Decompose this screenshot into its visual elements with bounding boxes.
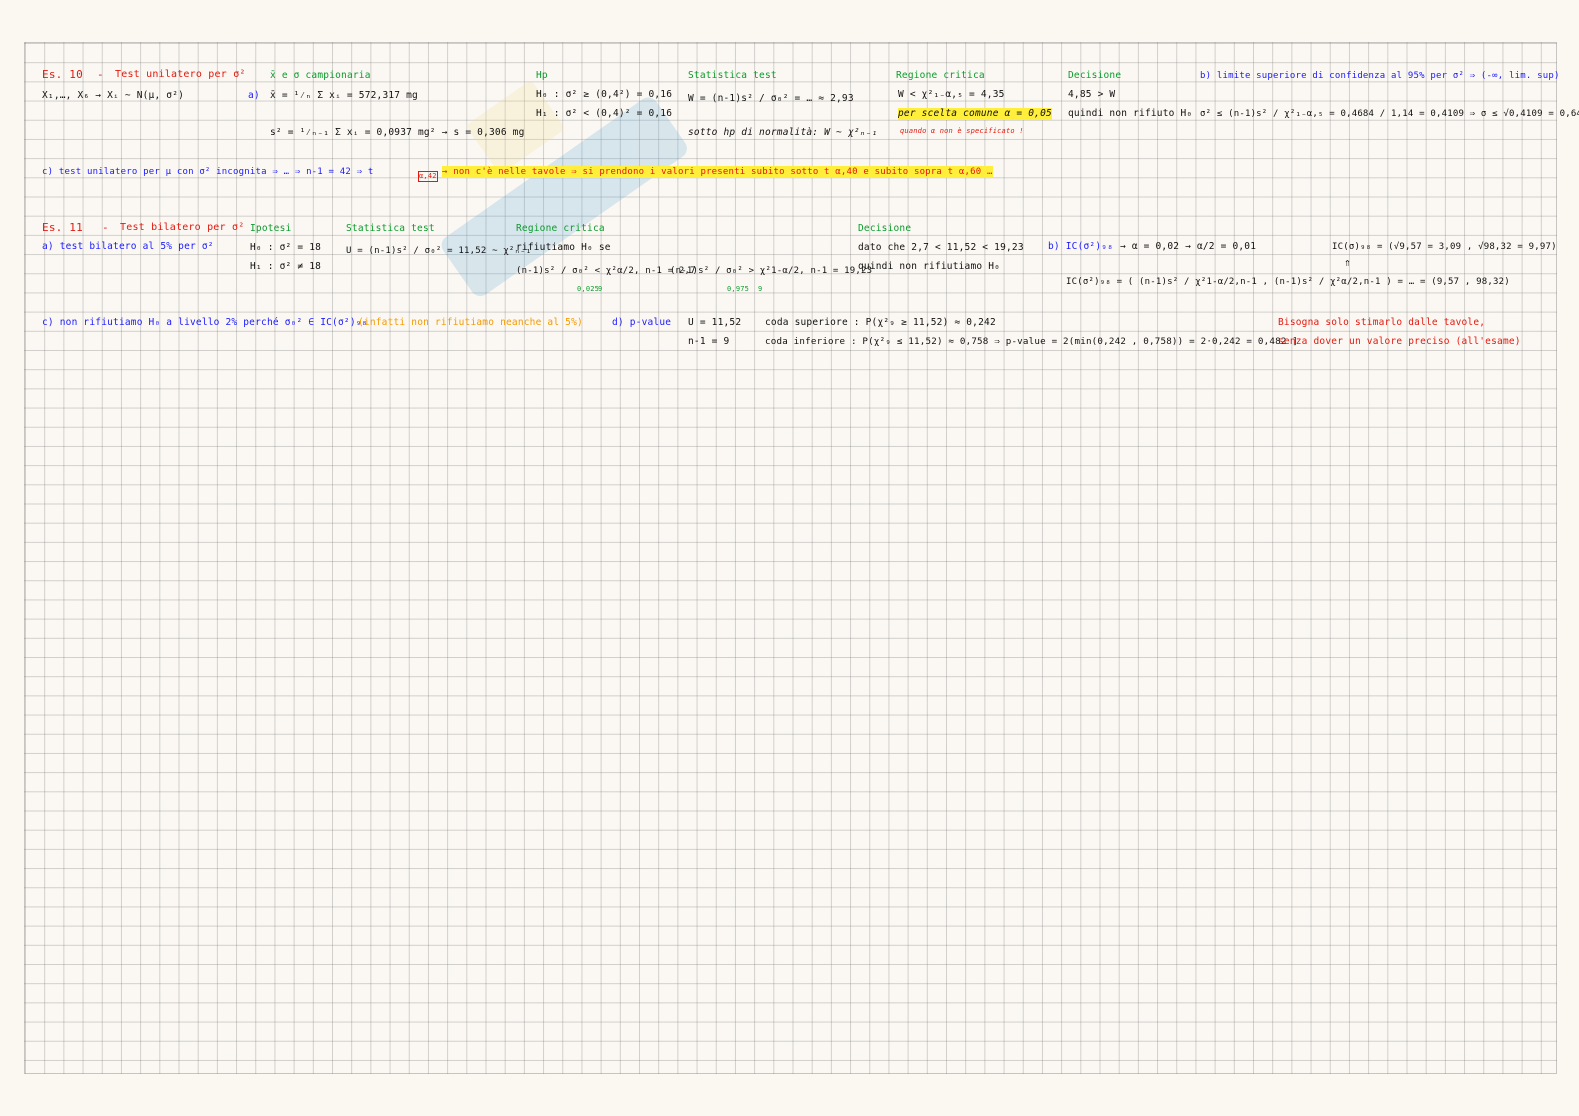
es10-crit-note: per scelta comune α = 0,05: [898, 108, 1052, 120]
es10-stats-header: x̄ e σ campionaria: [270, 70, 371, 81]
es10-xbar: x̄ = ¹⁄ₙ Σ xᵢ = 572,317 mg: [270, 90, 418, 101]
es10-stat-header: Statistica test: [688, 70, 777, 81]
es10-part-a: a): [248, 90, 260, 101]
grid-paper: [24, 42, 1557, 1074]
es10-hp-header: Hp: [536, 70, 548, 81]
es11-h1: H₁ : σ² ≠ 18: [250, 261, 322, 272]
es11-arrow-up: ⇑: [1344, 256, 1351, 269]
es11-stat-header: Statistica test: [346, 223, 435, 234]
es10-title-rest: Test unilatero per σ²: [115, 69, 246, 80]
es11-part-c-note: (infatti non rifiutiamo neanche al 5%): [358, 317, 583, 328]
es10-stat-formula: W = (n-1)s² / σ₀² = … ≈ 2,93: [688, 93, 854, 104]
es11-ic-sigma2: IC(σ²)₉₈ = ( (n-1)s² / χ²1-α/2,n-1 , (n-…: [1066, 277, 1510, 287]
es11-dec-line1: dato che 2,7 < 11,52 < 19,23: [858, 242, 1024, 253]
es11-part-b-label: b) IC(σ²)₉₈: [1048, 241, 1114, 252]
es11-crit-line1: rifiutiamo H₀ se: [516, 242, 611, 253]
es11-crit-sub-c: 0,975: [727, 285, 750, 293]
es10-part-c-highlight: → non c'è nelle tavole ⇒ si prendono i v…: [442, 166, 993, 178]
es11-d-note1: Bisogna solo stimarlo dalle tavole,: [1278, 317, 1486, 328]
es10-dec-header: Decisione: [1068, 70, 1122, 81]
es11-part-b-alpha: → α = 0,02 → α/2 = 0,01: [1120, 241, 1257, 252]
es10-part-c: c) test unilatero per μ con σ² incognita…: [42, 167, 374, 177]
es11-stat-formula: U = (n-1)s² / σ₀² = 11,52 ~ χ²ₙ₋₁: [346, 246, 532, 256]
es11-title: Es. 11: [42, 221, 83, 234]
es11-part-c: c) non rifiutiamo H₀ a livello 2% perché…: [42, 317, 368, 328]
es11-dec-line2: quindi non rifiutiamo H₀: [858, 261, 1001, 272]
es11-title-dash: -: [102, 221, 109, 234]
es11-title-rest: Test bilatero per σ²: [120, 222, 245, 233]
es10-dec-line2: quindi non rifiuto H₀: [1068, 108, 1193, 119]
es11-crit-right: (n-1)s² / σ₀² > χ²1-α/2, n-1 = 19,23: [670, 266, 873, 276]
es10-title: Es. 10: [42, 68, 83, 81]
es10-crit-small: quando α non è specificato !: [900, 127, 1024, 135]
es11-ip-header: Ipotesi: [250, 223, 292, 234]
es10-part-b-formula: σ² ≤ (n-1)s² / χ²₁₋α,₅ = 0,4684 / 1,14 =…: [1200, 109, 1579, 119]
es10-h1: H₁ : σ² < (0,4)² = 0,16: [536, 108, 673, 119]
es10-sample: X₁,…, X₆ → Xᵢ ~ N(μ, σ²): [42, 90, 185, 101]
es10-h0: H₀ : σ² ≥ (0,4²) = 0,16: [536, 89, 673, 100]
es10-dec-line1: 4,85 > W: [1068, 89, 1116, 100]
es11-dec-header: Decisione: [858, 223, 912, 234]
es11-crit-sub-b: 9: [598, 285, 603, 293]
es10-stat-note: sotto hp di normalità: W ~ χ²ₙ₋₁: [688, 127, 878, 138]
es10-title-dash: -: [97, 68, 104, 81]
es11-d-upper: coda superiore : P(χ²₉ ≥ 11,52) ≈ 0,242: [765, 317, 996, 328]
es11-part-a: a) test bilatero al 5% per σ²: [42, 241, 214, 252]
es10-s2: s² = ¹⁄ₙ₋₁ Σ xᵢ = 0,0937 mg² → s = 0,306…: [270, 127, 525, 138]
es11-d-note2: senza dover un valore preciso (all'esame…: [1278, 336, 1521, 347]
es11-part-d: d) p-value: [612, 317, 672, 328]
es11-crit-sub-d: 9: [758, 285, 763, 293]
es11-d-u: U = 11,52: [688, 317, 742, 328]
es11-h0: H₀ : σ² = 18: [250, 242, 322, 253]
es10-crit-header: Regione critica: [896, 70, 985, 81]
es11-crit-sub-a: 0,025: [577, 285, 600, 293]
es10-part-c-sub: α,42: [418, 171, 438, 182]
notebook-page: Es. 10 - Test unilatero per σ² X₁,…, X₆ …: [0, 0, 1579, 1116]
es11-ic-sigma: IC(σ)₉₈ = (√9,57 = 3,09 , √98,32 = 9,97): [1332, 242, 1557, 252]
es11-d-lower: coda inferiore : P(χ²₉ ≤ 11,52) ≈ 0,758 …: [765, 336, 1299, 347]
es11-crit-header: Regione critica: [516, 223, 605, 234]
es11-d-n: n-1 = 9: [688, 336, 730, 347]
es11-crit-left: (n-1)s² / σ₀² < χ²α/2, n-1 = 2,7: [516, 266, 696, 276]
es10-part-b: b) limite superiore di confidenza al 95%…: [1200, 71, 1560, 81]
es10-crit-formula: W < χ²₁₋α,₅ = 4,35: [898, 89, 1005, 100]
